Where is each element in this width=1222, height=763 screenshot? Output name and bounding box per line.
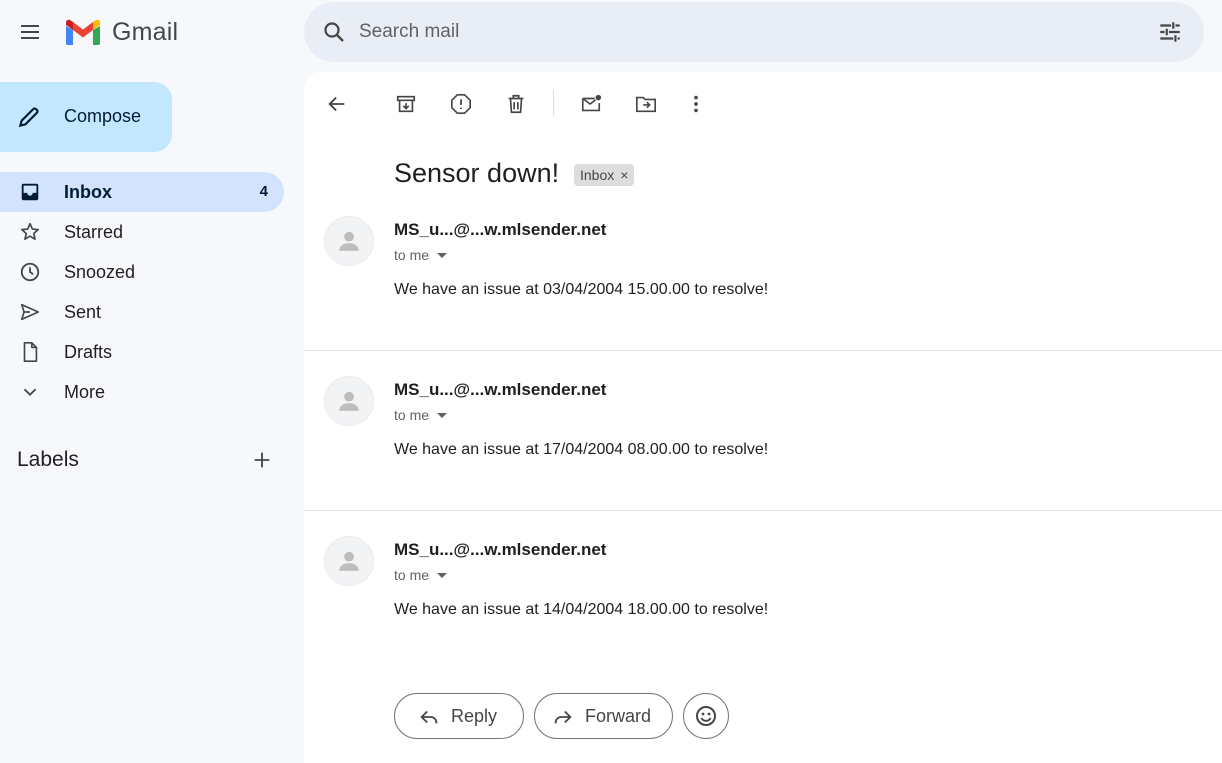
recipient-details-toggle[interactable]: to me <box>394 407 448 423</box>
forward-label: Forward <box>585 706 652 726</box>
label-chip-text: Inbox <box>580 167 615 183</box>
reply-button[interactable]: Reply <box>394 693 524 739</box>
recipient-text: to me <box>394 407 430 423</box>
toolbar-divider <box>553 90 554 116</box>
email-message[interactable]: MS_u...@...w.mlsender.net to me We have … <box>304 536 1222 696</box>
sender-avatar[interactable] <box>324 216 374 266</box>
person-icon <box>339 391 359 411</box>
reply-label: Reply <box>451 706 498 726</box>
clock-icon <box>18 260 42 284</box>
more-vert-icon[interactable] <box>682 90 710 118</box>
report-spam-icon[interactable] <box>447 90 475 118</box>
recipient-text: to me <box>394 567 430 583</box>
smiley-icon <box>696 706 716 726</box>
sidebar-item-drafts[interactable]: Drafts <box>0 332 284 372</box>
forward-button[interactable]: Forward <box>534 693 673 739</box>
sender-avatar[interactable] <box>324 536 374 586</box>
sidebar-item-more[interactable]: More <box>0 372 284 412</box>
send-icon <box>18 300 42 324</box>
sidebar: Compose Inbox 4 Starred Snoozed Sent Dra… <box>0 64 304 763</box>
move-to-icon[interactable] <box>632 90 660 118</box>
recipient-details-toggle[interactable]: to me <box>394 247 448 263</box>
mark-unread-icon[interactable] <box>577 90 605 118</box>
sender-name: MS_u...@...w.mlsender.net <box>394 220 607 239</box>
recipient-text: to me <box>394 247 430 263</box>
back-arrow-icon[interactable] <box>323 90 351 118</box>
person-icon <box>339 231 359 251</box>
compose-button[interactable]: Compose <box>0 82 172 152</box>
sidebar-item-inbox[interactable]: Inbox 4 <box>0 172 284 212</box>
caret-down-icon <box>437 412 448 418</box>
sidebar-item-label: More <box>64 382 106 402</box>
message-body: We have an issue at 14/04/2004 18.00.00 … <box>394 601 769 618</box>
email-message[interactable]: MS_u...@...w.mlsender.net to me We have … <box>304 376 1222 536</box>
sidebar-item-label: Inbox <box>64 182 112 202</box>
top-bar: Gmail <box>0 0 1222 64</box>
message-divider <box>304 350 1222 351</box>
add-label-icon[interactable] <box>248 446 276 474</box>
person-icon <box>339 551 359 571</box>
inbox-icon <box>18 180 42 204</box>
sidebar-item-label: Sent <box>64 302 102 322</box>
delete-icon[interactable] <box>502 90 530 118</box>
email-message[interactable]: MS_u...@...w.mlsender.net to me We have … <box>304 216 1222 376</box>
gmail-wordmark: Gmail <box>112 17 179 46</box>
search-icon[interactable] <box>318 16 350 48</box>
sidebar-item-starred[interactable]: Starred <box>0 212 284 252</box>
search-options-icon[interactable] <box>1154 16 1186 48</box>
forward-icon <box>551 705 575 729</box>
gmail-logo[interactable]: Gmail <box>64 16 178 48</box>
sender-name: MS_u...@...w.mlsender.net <box>394 380 607 399</box>
caret-down-icon <box>437 252 448 258</box>
sender-name: MS_u...@...w.mlsender.net <box>394 540 607 559</box>
message-body: We have an issue at 17/04/2004 08.00.00 … <box>394 441 769 458</box>
archive-icon[interactable] <box>392 90 420 118</box>
emoji-reaction-button[interactable] <box>683 693 729 739</box>
email-subject: Sensor down! <box>394 158 560 188</box>
star-icon <box>18 220 42 244</box>
gmail-m-icon <box>66 19 100 45</box>
sidebar-item-snoozed[interactable]: Snoozed <box>0 252 284 292</box>
labels-heading: Labels <box>17 448 79 471</box>
sidebar-nav: Inbox 4 Starred Snoozed Sent Drafts More <box>0 172 284 412</box>
sender-avatar[interactable] <box>324 376 374 426</box>
message-view: Sensor down! Inbox × MS_u...@...w.mlsend… <box>304 72 1222 763</box>
unread-count: 4 <box>259 183 268 200</box>
message-body: We have an issue at 03/04/2004 15.00.00 … <box>394 281 769 298</box>
pencil-icon <box>18 107 39 128</box>
compose-label: Compose <box>64 106 142 126</box>
recipient-details-toggle[interactable]: to me <box>394 567 448 583</box>
reply-icon <box>417 705 441 729</box>
sidebar-item-sent[interactable]: Sent <box>0 292 284 332</box>
search-input[interactable] <box>359 14 1129 50</box>
inbox-label-chip[interactable]: Inbox × <box>574 164 635 186</box>
caret-down-icon <box>437 572 448 578</box>
sidebar-item-label: Drafts <box>64 342 113 362</box>
draft-icon <box>18 340 42 364</box>
message-divider <box>304 510 1222 511</box>
chevron-down-icon <box>18 380 42 404</box>
sidebar-item-label: Starred <box>64 222 124 242</box>
remove-label-icon[interactable]: × <box>620 167 628 183</box>
search-bar[interactable] <box>304 2 1204 62</box>
sidebar-item-label: Snoozed <box>64 262 136 282</box>
main-menu-icon[interactable] <box>12 12 48 52</box>
